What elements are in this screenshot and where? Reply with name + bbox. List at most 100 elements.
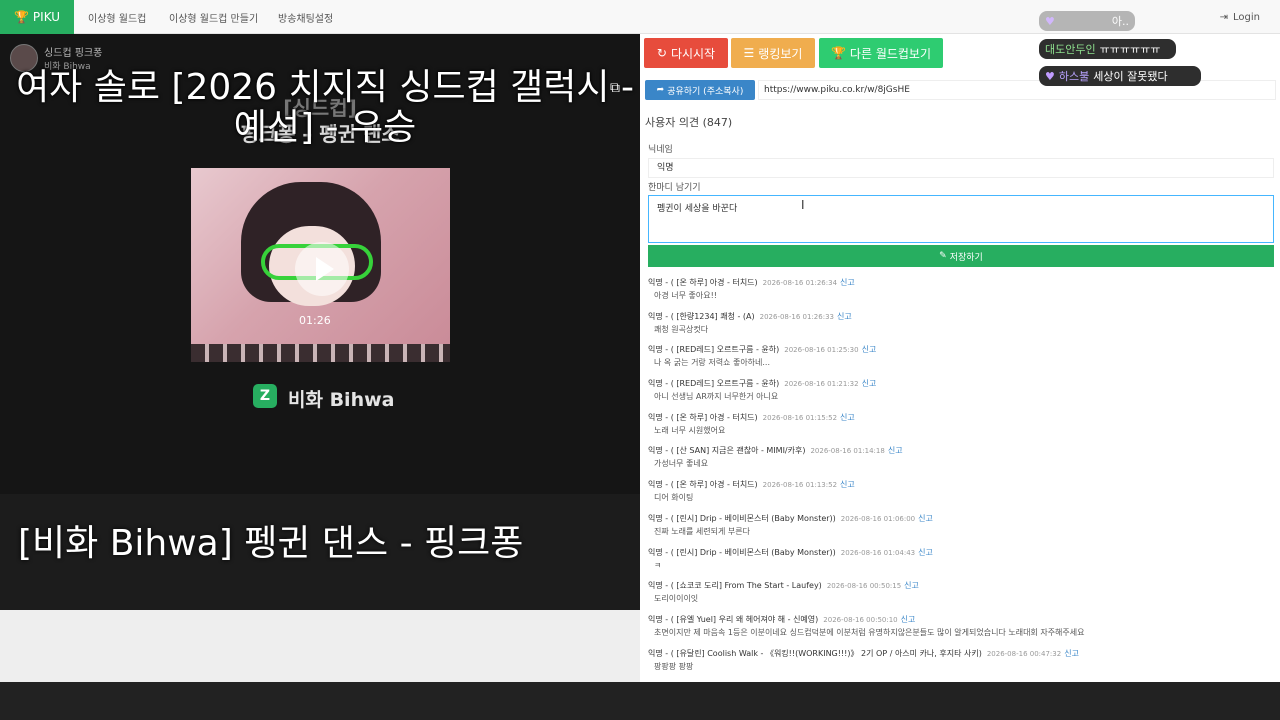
trophy-icon: 🏆	[830, 46, 846, 60]
comment-author: 익명 - ( [린시] Drip - 베이비몬스터 (Baby Monster)…	[648, 547, 836, 557]
report-link[interactable]: 신고	[901, 615, 916, 624]
comment-author: 익명 - ( [온 하루] 아경 - 터치드)	[648, 278, 758, 287]
comment-date: 2026-08-16 01:26:33	[759, 312, 834, 321]
share-button[interactable]: ➦ 공유하기 (주소복사)	[645, 80, 755, 100]
report-link[interactable]: 신고	[1064, 649, 1079, 658]
comment-author: 익명 - ( [온 하루] 아경 - 터치드)	[648, 412, 758, 422]
ranking-label: 랭킹보기	[758, 46, 803, 61]
list-item: 익명 - ( [산 SAN] 지금은 괜찮아 - MIMI/카후) 2026-08…	[648, 444, 1274, 478]
other-worldcup-label: 다른 월드컵보기	[849, 46, 932, 61]
comment-textarea[interactable]: 펭귄이 세상을 바꾼다	[648, 195, 1274, 243]
overlay-song-title: [비화 Bihwa] 펭귄 댄스 - 핑크퐁	[18, 523, 524, 564]
nickname-input[interactable]: 익명	[648, 158, 1274, 178]
share-label: 공유하기 (주소복사)	[667, 86, 744, 97]
comment-date: 2026-08-16 00:47:32	[986, 649, 1062, 658]
video-thumbnail[interactable]: 01:26	[191, 168, 450, 362]
login-label: Login	[1233, 11, 1260, 23]
comment-body: ㅋ	[654, 560, 662, 570]
comment-date: 2026-08-16 01:21:32	[784, 380, 859, 389]
list-item: 익명 - ( [RED레드] 오르트구름 - 윤하) 2026-08-16 01:…	[648, 343, 1274, 377]
comment-date: 2026-08-16 01:26:34	[762, 279, 838, 287]
comment-list: 익명 - ( [온 하루] 아경 - 터치드) 2026-08-16 01:26:…	[648, 276, 1274, 680]
video-brand-name: 비화 Bihwa	[288, 389, 395, 411]
video-channel-title[interactable]: 싱드컵 핑크퐁	[44, 44, 102, 59]
comment-author: 익명 - ( [한량1234] 쾌청 - (A)	[648, 311, 755, 321]
pencil-icon: ✎	[939, 251, 947, 261]
report-link[interactable]: 신고	[840, 278, 855, 287]
below-video-area	[0, 610, 640, 682]
bottom-bar	[0, 682, 1280, 720]
comment-label: 한마디 남기기	[648, 183, 701, 193]
report-link[interactable]: 신고	[918, 514, 933, 523]
chat-popup: ♥ 하스불 세상이 잘못됐다	[1039, 66, 1201, 86]
thumbnail-strip	[191, 344, 450, 362]
comment-date: 2026-08-16 01:04:43	[840, 548, 916, 557]
chat-popup-message: ㅠㅠㅠㅠㅠㅠ	[1099, 43, 1161, 56]
comment-body: 아경 너무 좋아요!!	[654, 291, 718, 300]
nav-link-chat-settings[interactable]: 방송채팅설정	[278, 0, 333, 34]
list-item: 익명 - ( [온 하루] 아경 - 터치드) 2026-08-16 01:13:…	[648, 478, 1274, 512]
opinion-section-title: 사용자 의견 (847)	[645, 116, 733, 129]
save-label: 저장하기	[949, 252, 983, 263]
comment-author: 익명 - ( [RED레드] 오르트구름 - 윤하)	[648, 345, 780, 355]
comment-date: 2026-08-16 00:50:10	[823, 615, 898, 624]
comment-body: 도리이이이잇	[654, 594, 699, 604]
report-link[interactable]: 신고	[840, 413, 855, 422]
comment-date: 2026-08-16 01:25:30	[784, 346, 859, 355]
comment-author: 익명 - ( [쇼코코 도리] From The Start - Laufey)	[648, 581, 822, 591]
restart-label: 다시시작	[670, 46, 716, 61]
report-link[interactable]: 신고	[840, 480, 855, 489]
comment-body: 가성너무 좋네요	[654, 459, 709, 469]
report-link[interactable]: 신고	[862, 379, 877, 388]
comment-author: 익명 - ( [산 SAN] 지금은 괜찮아 - MIMI/카후)	[648, 446, 806, 456]
comment-date: 2026-08-16 00:50:15	[826, 582, 902, 591]
brand-logo[interactable]: 🏆 PIKU	[0, 0, 74, 34]
list-item: 익명 - ( [린시] Drip - 베이비몬스터 (Baby Monster)…	[648, 546, 1274, 580]
text-cursor-icon: I	[801, 198, 805, 212]
comment-body: 노래 너무 시원했어요	[654, 425, 726, 435]
list-icon: ☰	[743, 46, 755, 60]
chat-popup: ♥ 아..	[1039, 11, 1135, 31]
list-item: 익명 - ( [온 하루] 아경 - 터치드) 2026-08-16 01:26:…	[648, 276, 1274, 310]
comment-body: 나 옥 굵는 거랑 저력쇼 좋아하네...	[654, 358, 771, 368]
play-icon[interactable]	[295, 242, 349, 296]
report-link[interactable]: 신고	[862, 345, 877, 354]
chat-popup-name: 대도안두인	[1045, 43, 1096, 56]
list-item: 익명 - ( [RED레드] 오르트구름 - 윤하) 2026-08-16 01:…	[648, 377, 1274, 411]
ranking-button[interactable]: ☰ 랭킹보기	[731, 38, 815, 68]
overlay-match-title: 여자 솔로 [2026 치지직 싱드컵 갤럭시 - 예선] - 우승	[16, 67, 634, 148]
comment-date: 2026-08-16 01:13:52	[762, 481, 838, 490]
save-comment-button[interactable]: ✎ 저장하기	[648, 245, 1274, 267]
comment-date: 2026-08-16 01:15:52	[762, 413, 838, 422]
comment-body: 초면이지만 제 마음속 1등은 이분이네요 싱드컵덕분에 이분처럼 유명하지않은…	[654, 627, 1085, 637]
report-link[interactable]: 신고	[888, 446, 903, 455]
comment-body: 쾌청 원곡상컷다	[654, 324, 709, 334]
nav-link-worldcup[interactable]: 이상형 월드컵	[88, 0, 146, 34]
nav-link-make-worldcup[interactable]: 이상형 월드컵 만들기	[169, 0, 258, 34]
report-link[interactable]: 신고	[904, 581, 919, 590]
comment-body: 아니 선생님 AR까지 너무한거 아니요	[654, 392, 779, 402]
report-link[interactable]: 신고	[918, 548, 933, 557]
list-item: 익명 - ( [한량1234] 쾌청 - (A) 2026-08-16 01:26…	[648, 310, 1274, 344]
video-player[interactable]: 싱드컵 핑크퐁 비화 Bihwa ⧉ [싱드컵] 핑크퐁 – 펭귄 댄스 01:…	[0, 34, 640, 610]
other-worldcup-button[interactable]: 🏆 다른 월드컵보기	[819, 38, 943, 68]
heart-icon: ♥	[1045, 14, 1055, 28]
chat-popup: 대도안두인 ㅠㅠㅠㅠㅠㅠ	[1039, 39, 1176, 59]
list-item: 익명 - ( [온 하루] 아경 - 터치드) 2026-08-16 01:15:…	[648, 411, 1274, 445]
comment-body: 진짜 노래를 세련되게 부른다	[654, 526, 750, 536]
comment-date: 2026-08-16 01:14:18	[810, 447, 885, 456]
login-button[interactable]: ⇥ Login	[1220, 0, 1260, 34]
chat-popup-name: 하스불	[1058, 70, 1090, 83]
share-icon: ➦	[656, 85, 665, 95]
report-link[interactable]: 신고	[837, 312, 852, 321]
restart-button[interactable]: ↻ 다시시작	[644, 38, 728, 68]
login-icon: ⇥	[1219, 11, 1229, 23]
thumbnail-time: 01:26	[299, 314, 331, 327]
heart-icon: ♥	[1045, 69, 1055, 83]
comment-author: 익명 - ( [유엘 Yuel] 우리 왜 헤어져야 해 - 신예영)	[648, 614, 819, 624]
brand-label: PIKU	[32, 10, 61, 24]
list-item: 익명 - ( [린시] Drip - 베이비몬스터 (Baby Monster)…	[648, 512, 1274, 546]
comment-author: 익명 - ( [RED레드] 오르트구름 - 윤하)	[648, 379, 780, 389]
comment-author: 익명 - ( [린시] Drip - 베이비몬스터 (Baby Monster)…	[648, 513, 836, 523]
comment-body: 팡팡팡 팡팡	[654, 661, 694, 671]
